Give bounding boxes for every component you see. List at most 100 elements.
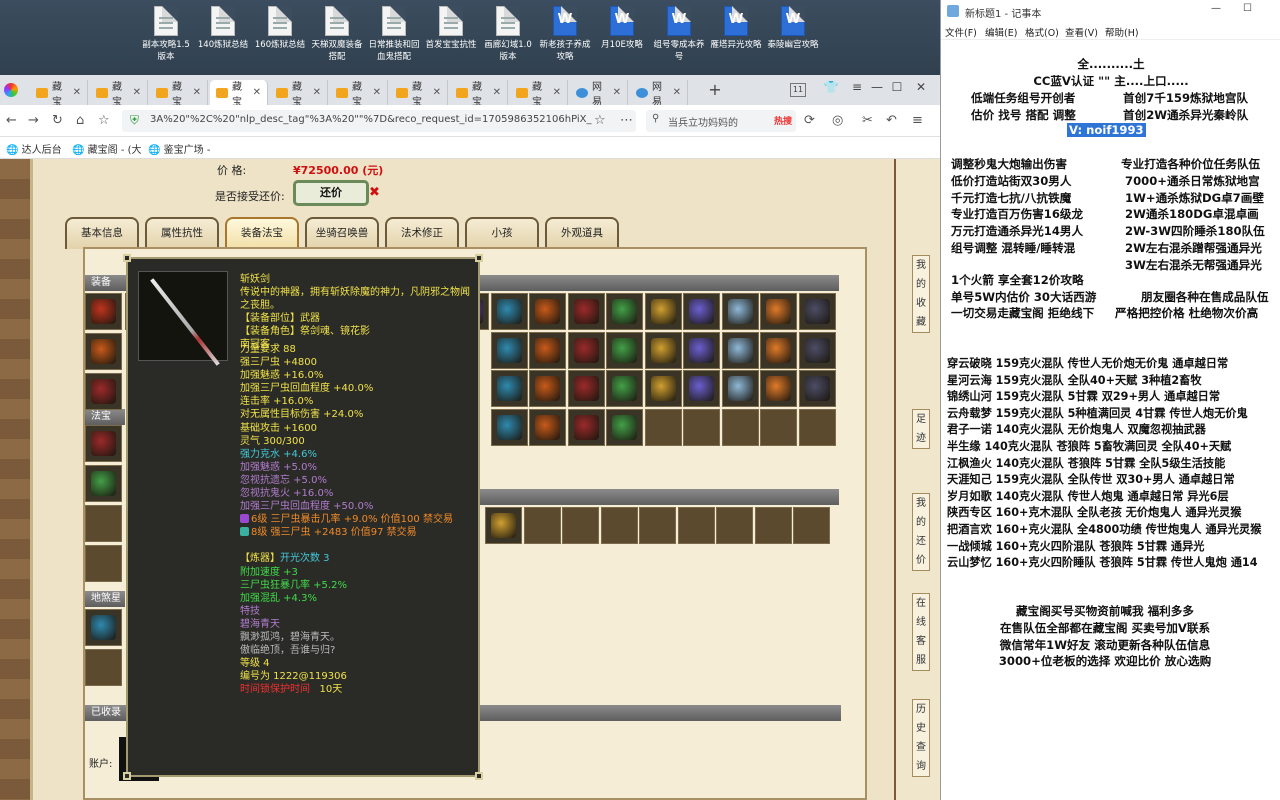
game-tab[interactable]: 坐骑召唤兽	[305, 217, 379, 249]
side-button[interactable]: 我的还价	[912, 493, 930, 571]
tab-close-icon[interactable]: ✕	[553, 87, 561, 98]
undo-icon[interactable]: ↶	[886, 113, 897, 128]
item-slot[interactable]	[85, 609, 122, 646]
refresh-icon[interactable]: ↻	[52, 113, 63, 128]
browser-tab[interactable]: 藏宝 ✕	[150, 80, 208, 108]
item-slot[interactable]	[798, 293, 836, 330]
item-slot[interactable]	[606, 370, 643, 407]
menu-lines-icon[interactable]: ≡	[912, 113, 923, 128]
item-slot[interactable]	[606, 293, 643, 330]
extension-icon[interactable]: ◎	[832, 113, 843, 128]
tab-close-icon[interactable]: ✕	[73, 87, 81, 98]
item-slot[interactable]	[644, 370, 682, 407]
tab-close-icon[interactable]: ✕	[193, 87, 201, 98]
game-tab[interactable]: 法术修正	[385, 217, 459, 249]
minimize-icon[interactable]: —	[866, 80, 888, 94]
item-slot[interactable]	[562, 507, 599, 544]
item-slot[interactable]	[677, 507, 715, 544]
desktop-icon[interactable]: 首发宝宝抗性	[423, 6, 479, 51]
browser-tab[interactable]: 藏宝 ✕	[270, 80, 328, 108]
game-tab[interactable]: 外观道具	[545, 217, 619, 249]
desktop-icon[interactable]: 140炼狱总结	[195, 6, 251, 51]
item-slot[interactable]	[639, 507, 676, 544]
browser-tab[interactable]: 网易 ✕	[630, 80, 688, 108]
item-slot[interactable]	[721, 370, 759, 407]
item-slot[interactable]	[606, 331, 643, 369]
bookmark-star-icon[interactable]: ☆	[98, 113, 110, 128]
item-slot[interactable]	[721, 408, 759, 446]
item-slot[interactable]	[760, 331, 797, 369]
minimize-icon[interactable]: —	[1211, 3, 1221, 14]
item-slot[interactable]	[644, 293, 682, 330]
browser-tab[interactable]: 藏宝 ✕	[90, 80, 148, 108]
close-icon[interactable]: ✕	[910, 80, 932, 94]
notepad-menu-item[interactable]: 查看(V)	[1065, 25, 1098, 39]
desktop-icon[interactable]: 组号零成本养号	[651, 6, 707, 63]
item-slot[interactable]	[85, 373, 122, 410]
side-button[interactable]: 我的收藏	[912, 255, 930, 333]
bargain-button[interactable]: 还价	[293, 180, 369, 206]
sync-icon[interactable]: ⟳	[804, 113, 815, 128]
item-slot[interactable]	[683, 331, 720, 369]
item-slot[interactable]	[721, 293, 759, 330]
item-slot[interactable]	[683, 408, 720, 446]
bookmark-2[interactable]: 🌐 藏宝阁 - (大	[72, 141, 142, 156]
item-slot[interactable]	[85, 545, 122, 582]
item-slot[interactable]	[754, 507, 792, 544]
item-slot[interactable]	[716, 507, 753, 544]
item-slot[interactable]	[683, 370, 720, 407]
browser-tab[interactable]: 藏宝 ✕	[30, 80, 88, 108]
browser-tab[interactable]: 藏宝 ✕	[210, 80, 268, 108]
menu-icon[interactable]: ≡	[846, 80, 868, 94]
side-button[interactable]: 历史查询	[912, 699, 930, 777]
item-slot[interactable]	[644, 331, 682, 369]
item-slot[interactable]	[567, 370, 605, 407]
tab-close-icon[interactable]: ✕	[253, 87, 261, 98]
item-slot[interactable]	[529, 408, 566, 446]
browser-tab[interactable]: 藏宝 ✕	[450, 80, 508, 108]
item-slot[interactable]	[760, 293, 797, 330]
more-icon[interactable]: ⋯	[620, 113, 633, 128]
item-slot[interactable]	[798, 331, 836, 369]
maximize-icon[interactable]: ☐	[1243, 3, 1252, 14]
browser-tab[interactable]: 藏宝 ✕	[390, 80, 448, 108]
browser-logo-icon[interactable]	[4, 83, 18, 97]
item-slot[interactable]	[567, 293, 605, 330]
desktop-icon[interactable]: 天梯双魔装备搭配	[309, 6, 365, 63]
forward-icon[interactable]: →	[28, 113, 39, 128]
scissors-icon[interactable]: ✂	[862, 113, 873, 128]
desktop-icon[interactable]: 日常推装和回血鬼搭配	[366, 6, 422, 63]
item-slot[interactable]	[85, 425, 122, 462]
item-slot[interactable]	[490, 331, 528, 369]
tab-close-icon[interactable]: ✕	[613, 87, 621, 98]
home-icon[interactable]: ⌂	[76, 113, 84, 128]
favorite-icon[interactable]: ☆	[594, 113, 606, 128]
back-icon[interactable]: ←	[6, 113, 17, 128]
browser-tab[interactable]: 网易 ✕	[570, 80, 628, 108]
item-slot[interactable]	[85, 649, 122, 686]
item-slot[interactable]	[85, 505, 122, 542]
item-slot[interactable]	[85, 465, 122, 502]
tab-close-icon[interactable]: ✕	[373, 87, 381, 98]
browser-tab[interactable]: 藏宝 ✕	[510, 80, 568, 108]
game-tab[interactable]: 装备法宝	[225, 217, 299, 249]
game-tab[interactable]: 基本信息	[65, 217, 139, 249]
item-slot[interactable]	[529, 293, 566, 330]
item-slot[interactable]	[485, 507, 522, 544]
desktop-icon[interactable]: 画廊幻域1.0版本	[480, 6, 536, 63]
notepad-menu-item[interactable]: 文件(F)	[945, 25, 977, 39]
item-slot[interactable]	[760, 408, 797, 446]
tab-close-icon[interactable]: ✕	[433, 87, 441, 98]
bookmark-3[interactable]: 🌐 鉴宝广场 -	[148, 141, 210, 156]
tab-close-icon[interactable]: ✕	[133, 87, 141, 98]
desktop-icon[interactable]: 月10E攻略	[594, 6, 650, 51]
notepad-menu-item[interactable]: 编辑(E)	[985, 25, 1017, 39]
bookmark-1[interactable]: 🌐 达人后台	[6, 141, 62, 156]
desktop-icon[interactable]: 新老孩子养成攻略	[537, 6, 593, 63]
notepad-menu-item[interactable]: 帮助(H)	[1105, 25, 1139, 39]
tab-close-icon[interactable]: ✕	[493, 87, 501, 98]
new-tab-icon[interactable]: +	[704, 80, 726, 99]
browser-tab[interactable]: 藏宝 ✕	[330, 80, 388, 108]
item-slot[interactable]	[683, 293, 720, 330]
item-slot[interactable]	[798, 408, 836, 446]
